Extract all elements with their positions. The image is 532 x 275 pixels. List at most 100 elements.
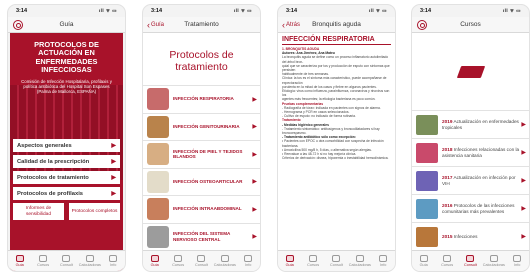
tab-calculators[interactable]: Calculadoras — [214, 255, 236, 267]
home-icon — [419, 255, 428, 262]
status-signals: ıll ᯤ ▭ — [98, 8, 117, 13]
menu-item-prophylaxis[interactable]: Protocolos de profilaxis ▶ — [13, 187, 120, 200]
tab-bar: Guía Cursos Consult Calculadoras Info — [278, 250, 395, 271]
course-year: 2018 — [442, 146, 453, 152]
home-icon — [15, 255, 24, 262]
tab-guide[interactable]: Guía — [279, 255, 301, 267]
tab-label: Info — [245, 263, 252, 267]
menu-item-treatment[interactable]: Protocolos de tratamiento ▶ — [13, 171, 120, 184]
tab-courses[interactable]: Cursos — [302, 255, 324, 267]
tab-guide[interactable]: Guía — [144, 255, 166, 267]
course-thumbnail — [416, 142, 438, 163]
chevron-right-icon: ▶ — [252, 124, 257, 131]
button-row: Informes de sensibilidad Protocolos comp… — [13, 203, 120, 220]
tab-label: Calculadoras — [78, 263, 101, 267]
tab-calculators[interactable]: Calculadoras — [79, 255, 101, 267]
tab-courses[interactable]: Cursos — [32, 255, 54, 267]
course-thumbnail — [416, 226, 438, 247]
list-item[interactable]: INFECCIÓN INTRAABDOMINAL ▶ — [143, 195, 260, 223]
nav-bar: ‹ Guía Tratamiento — [143, 17, 260, 33]
protocol-document[interactable]: INFECCIÓN RESPIRATORIA 1. BRONQUITIS AGU… — [278, 33, 395, 258]
course-item[interactable]: 2019 Actualización en enfermedades tropi… — [412, 111, 529, 139]
abdomen-image — [147, 198, 169, 221]
tab-label: Calculadoras — [213, 263, 236, 267]
calculator-icon — [220, 255, 229, 262]
list-item[interactable]: INFECCIÓN GENITOURINARIA ▶ — [143, 112, 260, 141]
tab-label: Guía — [419, 263, 428, 267]
back-button[interactable]: ‹ Guía — [147, 20, 164, 29]
document-line: Etiología: virus como influenza, parainf… — [282, 89, 390, 98]
status-time: 3:14 — [16, 8, 28, 14]
tab-calculators[interactable]: Calculadoras — [483, 255, 505, 267]
chevron-right-icon: ▶ — [252, 151, 257, 158]
phone-document-screen: 3:14 ıll ᯤ ▭ ‹ Atrás Bronquitis aguda INF… — [277, 4, 396, 272]
menu-item-general[interactable]: Aspectos generales ▶ — [13, 139, 120, 152]
course-item[interactable]: 2015 Infecciones ▶ — [412, 223, 529, 251]
tab-courses[interactable]: Cursos — [436, 255, 458, 267]
info-icon — [109, 255, 118, 262]
tab-info[interactable]: Info — [237, 255, 259, 267]
tab-consult[interactable]: Consult — [325, 255, 347, 267]
tab-consult[interactable]: Consult — [55, 255, 77, 267]
course-item[interactable]: 2017 Actualización en infección por VIH ▶ — [412, 167, 529, 195]
tab-calculators[interactable]: Calculadoras — [349, 255, 371, 267]
menu-item-label: Protocolos de profilaxis — [17, 190, 84, 197]
chevron-right-icon: ▶ — [111, 143, 116, 149]
status-time: 3:14 — [420, 8, 432, 14]
tab-label: Calculadoras — [348, 263, 371, 267]
banner-title: PROTOCOLOS DE ACTUACIÓN EN ENFERMEDADES … — [34, 40, 99, 75]
tab-info[interactable]: Info — [102, 255, 124, 267]
tab-consult[interactable]: Consult — [190, 255, 212, 267]
tab-label: Calculadoras — [482, 263, 505, 267]
gear-icon[interactable] — [417, 20, 427, 30]
tab-label: Consult — [195, 263, 208, 267]
course-title: Actualización en infección por VIH — [442, 174, 516, 186]
chevron-left-icon: ‹ — [282, 19, 285, 30]
document-line: La bronquitis aguda se define como un pr… — [282, 55, 389, 64]
home-icon — [285, 255, 294, 262]
tab-label: Guía — [15, 263, 24, 267]
chevron-right-icon: ▶ — [521, 122, 526, 128]
list-item[interactable]: INFECCIÓN RESPIRATORIA ▶ — [143, 85, 260, 113]
document-title: INFECCIÓN RESPIRATORIA — [282, 36, 391, 45]
courses-header — [412, 33, 529, 111]
phone-treatment-screen: 3:14 ıll ᯤ ▭ ‹ Guía Tratamiento Protocolo… — [142, 4, 261, 272]
chevron-right-icon: ▶ — [521, 150, 526, 156]
status-signals: ıll ᯤ ▭ — [233, 8, 252, 13]
course-item[interactable]: 2016 Protocolos de las infecciones comun… — [412, 195, 529, 223]
course-text: 2017 Actualización en infección por VIH — [442, 175, 521, 186]
list-item-label: INFECCIÓN RESPIRATORIA — [173, 96, 234, 102]
course-thumbnail — [416, 198, 438, 219]
document-line: • Pacientes con EPOC u otra comorbilidad… — [282, 139, 384, 148]
menu-item-prescription-quality[interactable]: Calidad de la prescripción ▶ — [13, 155, 120, 168]
phone-courses-screen: 3:14 ıll ᯤ ▭ Cursos 2019 Actualización e… — [411, 4, 530, 272]
course-thumbnail — [416, 114, 438, 135]
tab-info[interactable]: Info — [372, 255, 394, 267]
list-item[interactable]: INFECCIÓN OSTEOARTICULAR ▶ — [143, 167, 260, 196]
tab-info[interactable]: Info — [506, 255, 528, 267]
chevron-right-icon: ▶ — [521, 178, 526, 184]
document-line: quial que se caracteriza por tos y produ… — [282, 63, 390, 73]
gear-icon[interactable] — [13, 20, 23, 30]
course-title: Protocolos de las infecciones comunitari… — [442, 202, 515, 214]
tab-guide[interactable]: Guía — [9, 255, 31, 267]
list-item[interactable]: INFECCIÓN DEL SISTEMA NERVIOSO CENTRAL ▶ — [143, 222, 260, 251]
course-item[interactable]: 2018 Infecciones relacionadas con la asi… — [412, 139, 529, 167]
complete-protocols-button[interactable]: Protocolos completos — [69, 203, 120, 220]
course-year: 2019 — [442, 118, 453, 124]
consult-icon — [62, 255, 71, 262]
tab-consult[interactable]: Consult — [459, 255, 481, 267]
chevron-right-icon: ▶ — [111, 175, 116, 181]
list-item[interactable]: INFECCIÓN DE PIEL Y TEJIDOS BLANDOS ▶ — [143, 140, 260, 168]
info-icon — [244, 255, 253, 262]
tab-courses[interactable]: Cursos — [167, 255, 189, 267]
nav-title: Cursos — [460, 21, 481, 28]
courses-icon — [39, 255, 48, 262]
sensitivity-reports-button[interactable]: Informes de sensibilidad — [13, 203, 64, 220]
tab-guide[interactable]: Guía — [413, 255, 435, 267]
info-icon — [513, 255, 522, 262]
status-signals: ıll ᯤ ▭ — [502, 8, 521, 13]
back-button[interactable]: ‹ Atrás — [282, 19, 300, 30]
course-title: Infecciones — [453, 233, 478, 239]
courses-icon — [309, 255, 318, 262]
